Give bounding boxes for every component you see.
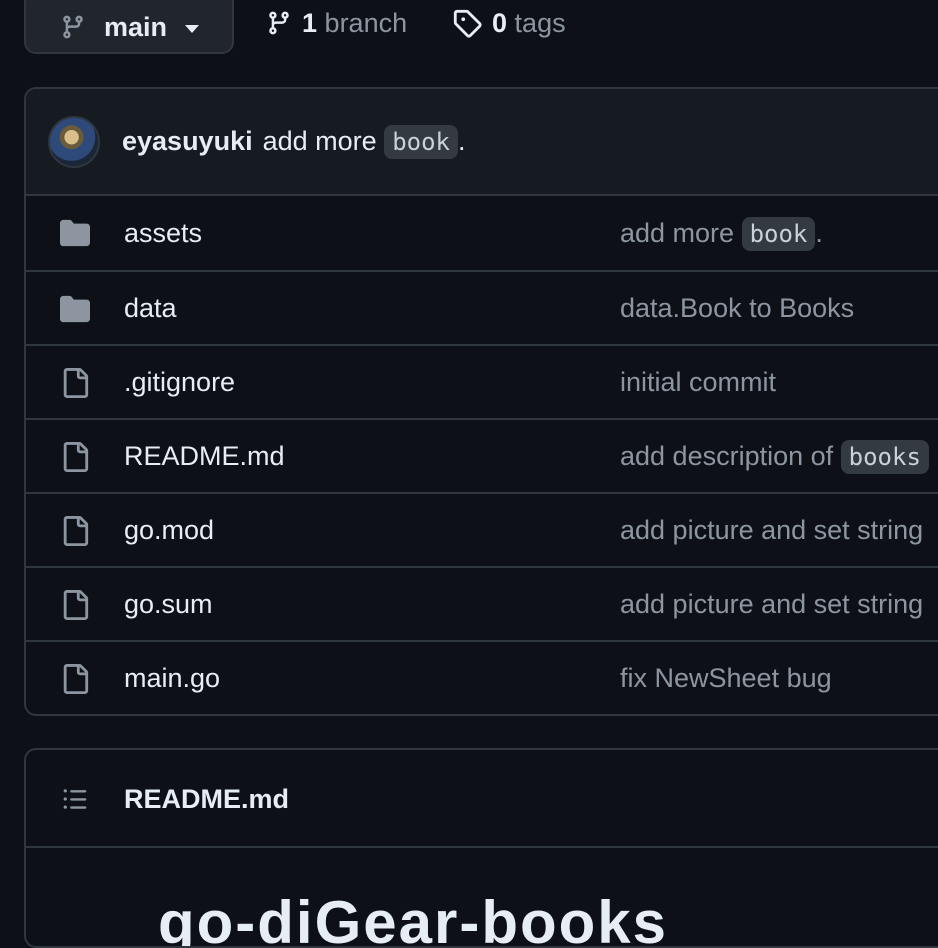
file-name-link[interactable]: .gitignore <box>124 367 235 398</box>
file-commit-message-link[interactable]: add description of books <box>620 439 929 474</box>
list-unordered-icon[interactable] <box>60 786 90 812</box>
file-commit-code: books <box>840 439 929 474</box>
tag-label: tags <box>514 7 566 38</box>
branch-bar: main 1 branch 0 tags <box>0 0 938 60</box>
readme-panel: README.md go-diGear-books <box>24 748 938 948</box>
file-name-link[interactable]: assets <box>124 218 202 249</box>
file-icon <box>58 664 92 694</box>
branch-count: 1 <box>302 7 318 38</box>
file-commit-message-link[interactable]: add more book. <box>620 216 823 251</box>
file-row[interactable]: main.go fix NewSheet bug <box>26 640 938 714</box>
folder-icon <box>58 294 92 324</box>
file-name-link[interactable]: README.md <box>124 441 285 472</box>
tags-link[interactable]: 0 tags <box>452 0 566 46</box>
file-commit-text: add description of <box>620 440 841 471</box>
readme-header: README.md <box>26 750 938 848</box>
file-commit-message-link[interactable]: initial commit <box>620 367 776 398</box>
file-browser: eyasuyuki add more book. assets add more … <box>24 87 938 716</box>
file-commit-text: add more <box>620 217 742 248</box>
file-commit-text: data.Book to Books <box>620 292 855 323</box>
branches-link[interactable]: 1 branch <box>266 0 407 46</box>
file-list: assets add more book. data data.Book to Boo… <box>26 196 938 714</box>
file-name-link[interactable]: go.mod <box>124 515 214 546</box>
tag-count: 0 <box>492 7 508 38</box>
file-row[interactable]: go.sum add picture and set string <box>26 566 938 640</box>
folder-icon <box>58 218 92 248</box>
file-icon <box>58 442 92 472</box>
file-commit-code: book <box>741 216 816 251</box>
file-row[interactable]: .gitignore initial commit <box>26 344 938 418</box>
file-commit-message-link[interactable]: data.Book to Books <box>620 293 854 324</box>
file-row[interactable]: data data.Book to Books <box>26 270 938 344</box>
latest-commit-header: eyasuyuki add more book. <box>26 89 938 196</box>
file-row[interactable]: go.mod add picture and set string <box>26 492 938 566</box>
tag-icon <box>453 9 482 38</box>
file-name-link[interactable]: data <box>124 293 177 324</box>
commit-message-code: book <box>384 125 458 159</box>
file-row[interactable]: README.md add description of books <box>26 418 938 492</box>
file-row[interactable]: assets add more book. <box>26 196 938 270</box>
branch-label: branch <box>324 7 408 38</box>
readme-heading: go-diGear-books <box>158 889 669 948</box>
file-commit-text: add picture and set string <box>620 588 924 619</box>
file-name-link[interactable]: main.go <box>124 663 220 694</box>
commit-message-link[interactable]: add more book. <box>262 125 466 159</box>
avatar[interactable] <box>48 115 100 168</box>
commit-message-suffix: . <box>457 126 466 156</box>
file-commit-suffix: . <box>815 217 823 248</box>
chevron-down-icon <box>185 25 200 33</box>
file-icon <box>58 516 92 546</box>
file-commit-message-link[interactable]: fix NewSheet bug <box>620 663 832 694</box>
file-commit-text: fix NewSheet bug <box>620 662 832 693</box>
file-icon <box>58 368 92 398</box>
file-icon <box>58 590 92 620</box>
commit-message-text: add more <box>262 126 377 156</box>
file-commit-text: initial commit <box>620 366 777 397</box>
branch-name: main <box>104 11 168 42</box>
file-commit-text: add picture and set string <box>620 514 924 545</box>
git-branch-icon <box>63 15 83 39</box>
file-commit-message-link[interactable]: add picture and set string <box>620 515 923 546</box>
file-commit-message-link[interactable]: add picture and set string <box>620 589 923 620</box>
readme-title[interactable]: README.md <box>124 784 289 815</box>
commit-author-link[interactable]: eyasuyuki <box>122 126 253 157</box>
git-branch-icon <box>269 11 289 35</box>
file-name-link[interactable]: go.sum <box>124 589 213 620</box>
branch-selector-button[interactable]: main <box>24 0 234 54</box>
